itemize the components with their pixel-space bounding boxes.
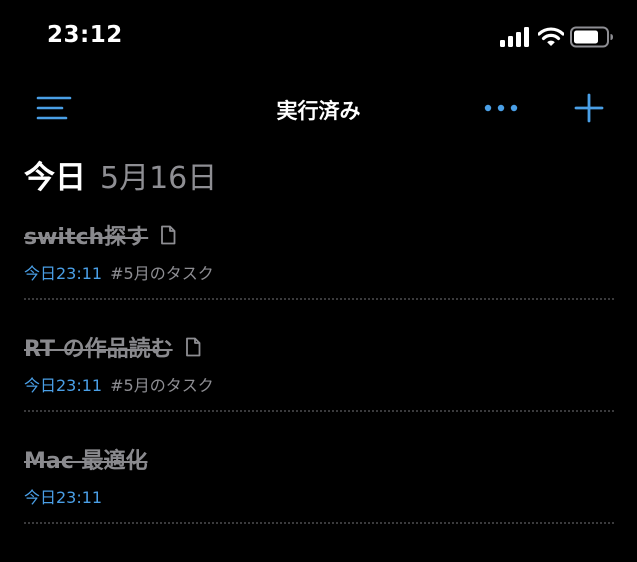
task-time: 今日23:11 — [24, 488, 103, 507]
task-item[interactable]: RT の作品読む 今日23:11 #5月のタスク — [24, 324, 614, 436]
section-header: 今日 5月16日 — [24, 152, 217, 200]
task-title: Mac 最適化 — [24, 449, 148, 474]
task-tag: #5月のタスク — [110, 376, 214, 395]
task-title: RT の作品読む — [24, 337, 173, 362]
task-time: 今日23:11 — [24, 264, 103, 283]
section-today-label: 今日 — [24, 160, 86, 196]
task-time: 今日23:11 — [24, 376, 103, 395]
status-icons — [500, 26, 616, 50]
task-divider — [24, 522, 614, 524]
status-bar: 23:12 — [0, 0, 637, 76]
more-icon[interactable] — [484, 103, 518, 113]
page-title: 実行済み — [276, 99, 361, 123]
battery-icon — [570, 26, 613, 48]
status-time: 23:12 — [47, 22, 123, 48]
task-title-row: Mac 最適化 — [24, 444, 147, 474]
wifi-icon — [538, 27, 564, 46]
task-meta: 今日23:11 — [24, 484, 102, 508]
note-icon — [161, 225, 176, 245]
task-meta: 今日23:11 #5月のタスク — [24, 260, 214, 284]
task-item[interactable]: Mac 最適化 今日23:11 — [24, 436, 614, 548]
task-title-row: RT の作品読む — [24, 332, 201, 362]
task-divider — [24, 410, 614, 412]
note-icon — [185, 337, 201, 357]
cellular-signal-icon — [500, 27, 529, 47]
section-date: 5月16日 — [100, 161, 218, 196]
task-divider — [24, 298, 614, 300]
task-meta: 今日23:11 #5月のタスク — [24, 372, 214, 396]
task-item[interactable]: switch探す 今日23:11 #5月のタスク — [24, 212, 614, 324]
nav-bar: 実行済み — [0, 82, 637, 134]
add-icon[interactable] — [574, 93, 604, 123]
task-title: switch探す — [24, 225, 149, 250]
task-title-row: switch探す — [24, 220, 176, 250]
task-list: switch探す 今日23:11 #5月のタスク RT の作品読む 今日23:11… — [24, 212, 614, 548]
sidebar-menu-icon[interactable] — [36, 95, 72, 121]
task-tag: #5月のタスク — [110, 264, 214, 283]
